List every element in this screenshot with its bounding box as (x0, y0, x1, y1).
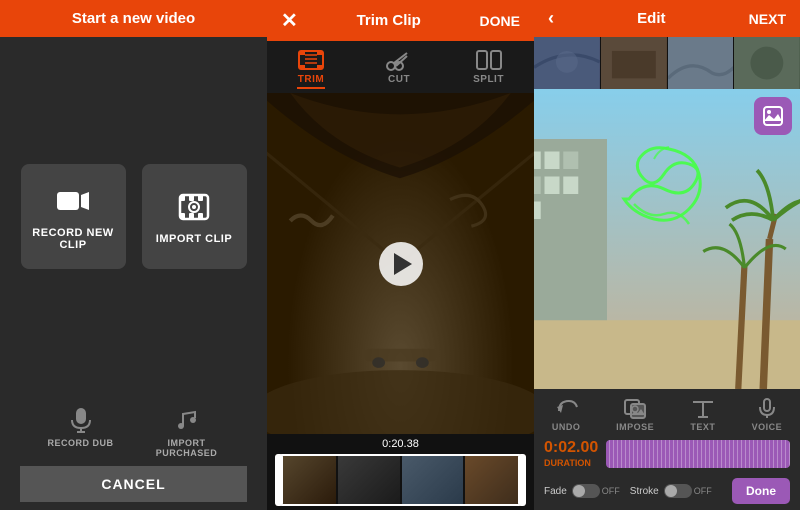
voice-icon (754, 397, 780, 419)
panel2-toolbar: TRIM CUT SPLIT (267, 41, 534, 93)
timeline-thumb-4 (465, 454, 526, 506)
stroke-state: OFF (694, 486, 712, 496)
fade-label: Fade (544, 486, 567, 497)
impose-tool-button[interactable]: IMPOSE (616, 397, 654, 432)
panel-trim-clip: ✕ Trim Clip DONE TRIM C (267, 0, 534, 510)
panel2-header: ✕ Trim Clip DONE (267, 0, 534, 41)
audio-waveform (606, 440, 790, 468)
timeline-thumb-2 (338, 454, 399, 506)
stroke-toggle[interactable]: OFF (664, 484, 712, 498)
close-icon[interactable]: ✕ (281, 8, 298, 33)
timeline-timestamp: 0:20.38 (275, 438, 526, 450)
duration-display: 0:02.00 DURATION (544, 440, 598, 468)
filmstrip (534, 37, 800, 89)
panel3-header: ‹ Edit NEXT (534, 0, 800, 37)
split-tool-button[interactable]: SPLIT (473, 49, 504, 89)
timeline-thumb-1 (275, 454, 336, 506)
filmstrip-thumb-4 (734, 37, 800, 89)
panel2-timeline: 0:20.38 (267, 434, 534, 510)
fade-toggle-track[interactable] (572, 484, 600, 498)
import-purchased-label: IMPORT PURCHASED (142, 438, 232, 458)
stroke-label: Stroke (630, 486, 659, 497)
fade-toggle-knob (573, 485, 585, 497)
import-clip-button[interactable]: IMPORT CLIP (142, 164, 247, 269)
cut-tool-button[interactable]: CUT (385, 49, 413, 89)
stroke-toggle-knob (665, 485, 677, 497)
bottom-buttons-row: RECORD DUB IMPORT PURCHASED (20, 406, 247, 458)
trim-handle-left[interactable] (275, 454, 283, 506)
text-label: TEXT (690, 422, 715, 432)
options-row: Fade OFF Stroke OFF Done (534, 472, 800, 510)
panel-start-video: Start a new video RECORD NEW CLIP (0, 0, 267, 510)
record-new-clip-button[interactable]: RECORD NEW CLIP (21, 164, 126, 269)
stroke-toggle-track[interactable] (664, 484, 692, 498)
panel2-video-area (267, 93, 534, 434)
image-icon (762, 105, 784, 127)
impose-icon (622, 397, 648, 419)
cut-icon (385, 49, 413, 71)
trim-tool-button[interactable]: TRIM (297, 49, 325, 89)
text-tool-button[interactable]: TEXT (690, 397, 716, 432)
back-icon[interactable]: ‹ (548, 8, 554, 29)
panel3-title: Edit (637, 10, 665, 27)
fade-state: OFF (602, 486, 620, 496)
fade-option: Fade OFF (544, 484, 620, 498)
image-impose-button[interactable] (754, 97, 792, 135)
film-roll-icon (176, 189, 212, 225)
trim-done-button[interactable]: DONE (480, 13, 520, 29)
timeline-thumb-3 (402, 454, 463, 506)
panel-edit: ‹ Edit NEXT (534, 0, 800, 510)
impose-label: IMPOSE (616, 422, 654, 432)
split-icon (475, 49, 503, 71)
duration-time: 0:02.00 (544, 440, 598, 456)
filmstrip-thumb-3 (668, 37, 734, 89)
filmstrip-thumb-1 (534, 37, 600, 89)
stroke-option: Stroke OFF (630, 484, 712, 498)
fade-toggle[interactable]: OFF (572, 484, 620, 498)
trim-label: TRIM (298, 74, 324, 85)
next-button[interactable]: NEXT (749, 11, 786, 27)
record-dub-button[interactable]: RECORD DUB (36, 406, 126, 458)
cancel-label: CANCEL (101, 476, 165, 492)
panel1-header: Start a new video (0, 0, 267, 37)
timeline-strip (275, 454, 526, 506)
video-camera-icon (55, 183, 91, 219)
play-button[interactable] (379, 242, 423, 286)
split-label: SPLIT (473, 74, 504, 85)
duration-label: DURATION (544, 458, 598, 468)
panel1-main: RECORD NEW CLIP IMPORT CLIP (0, 37, 267, 396)
trim-icon (297, 49, 325, 71)
done-button[interactable]: Done (732, 478, 790, 504)
panel1-bottom: RECORD DUB IMPORT PURCHASED CANCEL (0, 396, 267, 510)
cut-label: CUT (388, 74, 410, 85)
record-dub-label: RECORD DUB (47, 438, 113, 448)
import-clip-label: IMPORT CLIP (156, 233, 232, 245)
voice-label: VOICE (752, 422, 783, 432)
panel3-toolbar: UNDO IMPOSE TEXT VOI (534, 389, 800, 436)
microphone-icon (67, 406, 95, 434)
cancel-button[interactable]: CANCEL (20, 466, 247, 502)
import-purchased-button[interactable]: IMPORT PURCHASED (142, 406, 232, 458)
duration-row: 0:02.00 DURATION (534, 436, 800, 472)
music-note-icon (173, 406, 201, 434)
trim-handle-right[interactable] (518, 454, 526, 506)
edit-video-area (534, 89, 800, 389)
record-clip-label: RECORD NEW CLIP (21, 227, 126, 251)
text-icon (690, 397, 716, 419)
action-buttons-row: RECORD NEW CLIP IMPORT CLIP (21, 164, 247, 269)
undo-icon (553, 397, 579, 419)
panel2-title: Trim Clip (357, 12, 421, 29)
voice-tool-button[interactable]: VOICE (752, 397, 783, 432)
undo-tool-button[interactable]: UNDO (552, 397, 581, 432)
panel1-title: Start a new video (72, 10, 195, 27)
filmstrip-thumb-2 (601, 37, 667, 89)
undo-label: UNDO (552, 422, 581, 432)
